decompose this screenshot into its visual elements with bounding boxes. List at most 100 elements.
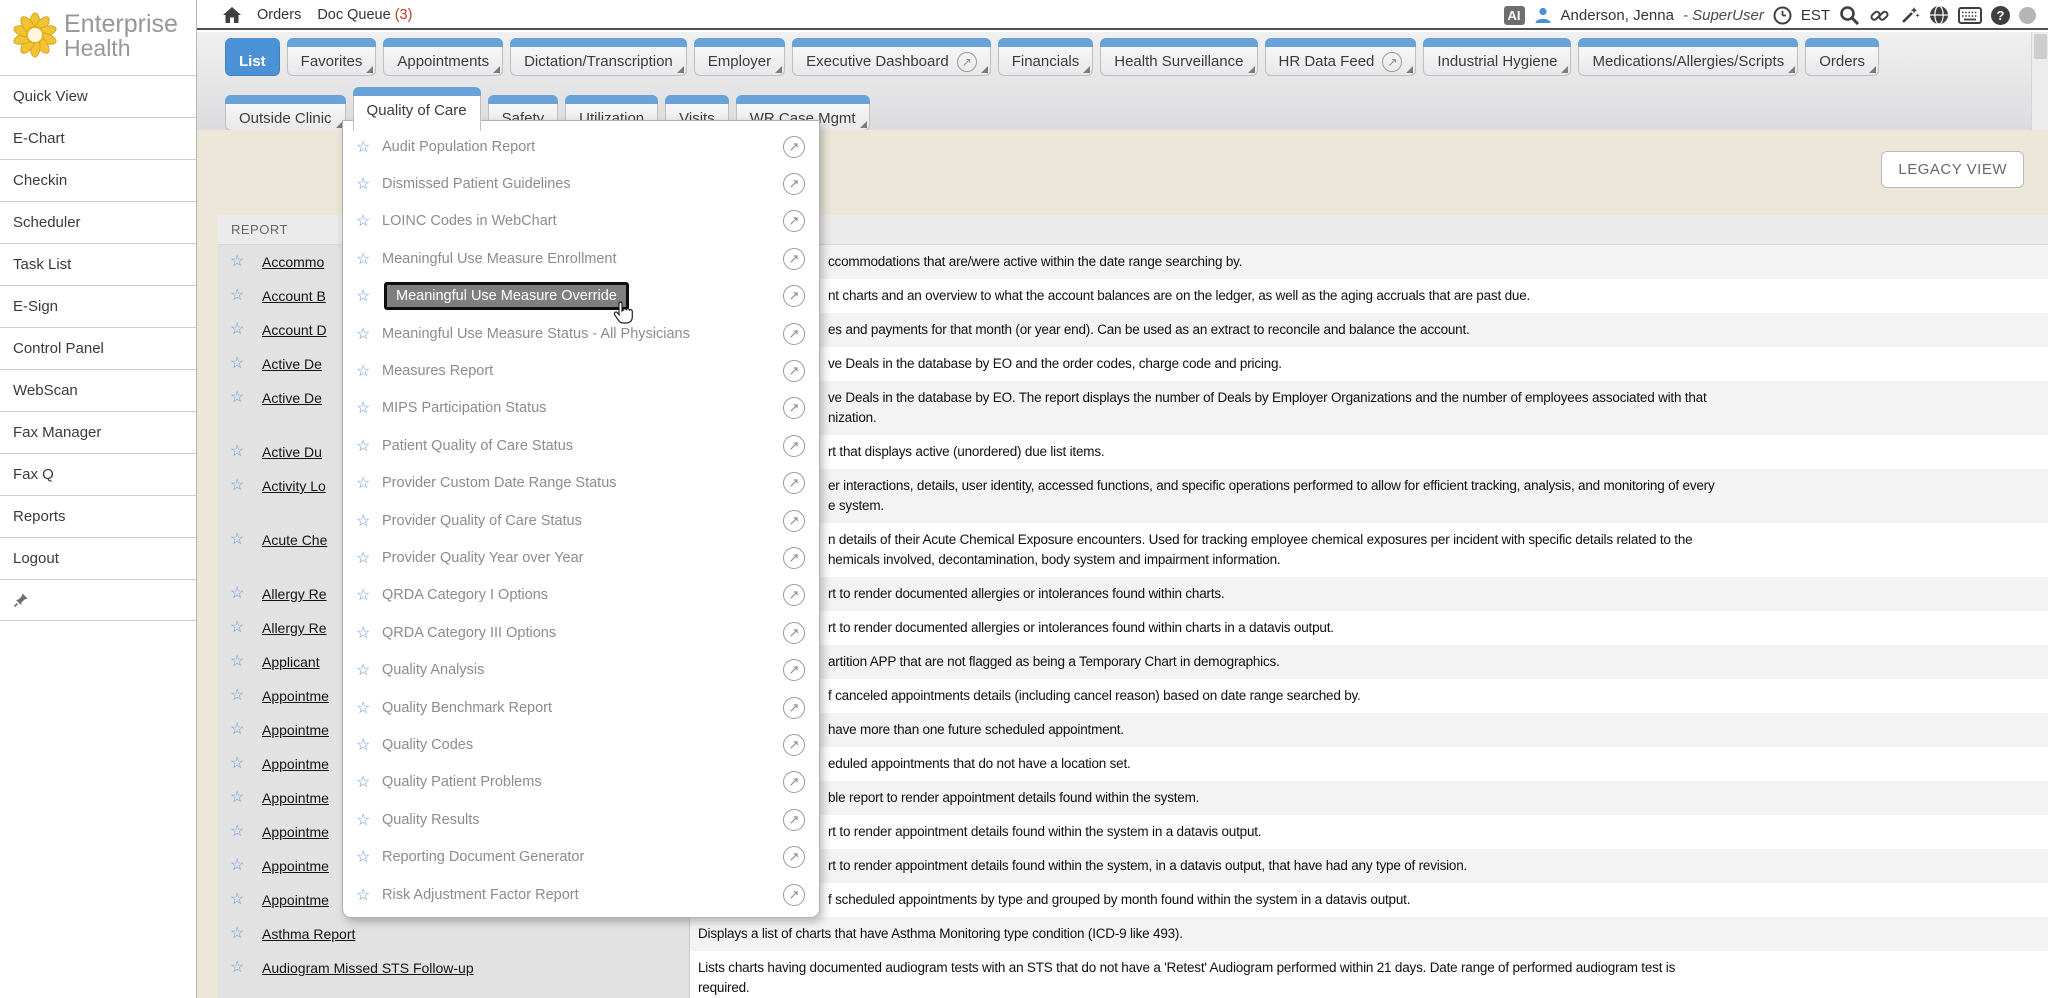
favorite-star-icon[interactable]: ☆ [230, 856, 262, 876]
open-in-new-icon[interactable]: ↗ [783, 285, 805, 307]
primary-tab[interactable]: HR Data Feed ↗ [1265, 38, 1417, 76]
primary-tab[interactable]: Executive Dashboard ↗ [792, 38, 991, 76]
open-in-new-icon[interactable]: ↗ [783, 472, 805, 494]
favorite-star-icon[interactable]: ☆ [230, 958, 262, 978]
menu-item[interactable]: ☆ Measures Report ↗ [343, 352, 819, 389]
open-in-new-icon[interactable]: ↗ [783, 210, 805, 232]
report-link[interactable]: Asthma Report [262, 924, 355, 944]
open-in-new-icon[interactable]: ↗ [783, 547, 805, 569]
report-link[interactable]: Appointme [262, 856, 329, 876]
report-link[interactable]: Active De [262, 388, 322, 408]
favorite-star-icon[interactable]: ☆ [230, 476, 262, 496]
external-link-icon[interactable]: ↗ [1382, 52, 1402, 72]
favorite-star-icon[interactable]: ☆ [356, 735, 382, 755]
open-in-new-icon[interactable]: ↗ [783, 884, 805, 906]
sidebar-item[interactable]: E-Sign [0, 285, 196, 327]
home-icon[interactable] [223, 7, 241, 23]
menu-item[interactable]: ☆ Quality Patient Problems ↗ [343, 764, 819, 801]
favorite-star-icon[interactable]: ☆ [356, 885, 382, 905]
report-link[interactable]: Appointme [262, 788, 329, 808]
favorite-star-icon[interactable]: ☆ [356, 249, 382, 269]
favorite-star-icon[interactable]: ☆ [356, 361, 382, 381]
favorite-star-icon[interactable]: ☆ [230, 252, 262, 272]
favorite-star-icon[interactable]: ☆ [230, 584, 262, 604]
menu-item[interactable]: ☆ Provider Quality Year over Year ↗ [343, 539, 819, 576]
sidebar-item[interactable]: Quick View [0, 75, 196, 117]
favorite-star-icon[interactable]: ☆ [230, 320, 262, 340]
ai-badge[interactable]: AI [1504, 6, 1525, 25]
menu-item[interactable]: ☆ Reporting Document Generator ↗ [343, 838, 819, 875]
favorite-star-icon[interactable]: ☆ [230, 354, 262, 374]
link-icon[interactable] [1869, 5, 1890, 26]
primary-tab[interactable]: Health Surveillance ↗ [1100, 38, 1257, 76]
report-link[interactable]: Acute Che [262, 530, 327, 550]
open-in-new-icon[interactable]: ↗ [783, 435, 805, 457]
secondary-tab[interactable]: Quality of Care [353, 87, 481, 131]
open-in-new-icon[interactable]: ↗ [783, 771, 805, 793]
report-link[interactable]: Allergy Re [262, 618, 327, 638]
favorite-star-icon[interactable]: ☆ [356, 398, 382, 418]
sidebar-item[interactable]: Logout [0, 537, 196, 579]
primary-tab[interactable]: Financials ↗ [998, 38, 1094, 76]
favorite-star-icon[interactable]: ☆ [356, 211, 382, 231]
sidebar-item[interactable]: Scheduler [0, 201, 196, 243]
menu-item[interactable]: ☆ LOINC Codes in WebChart ↗ [343, 203, 819, 240]
menu-item[interactable]: ☆ Quality Results ↗ [343, 801, 819, 838]
favorite-star-icon[interactable]: ☆ [356, 548, 382, 568]
report-link[interactable]: Appointme [262, 686, 329, 706]
sidebar-item[interactable]: Control Panel [0, 327, 196, 369]
breadcrumb-doc-queue[interactable]: Doc Queue (3) [317, 7, 412, 23]
search-icon[interactable] [1839, 5, 1860, 26]
legacy-view-button[interactable]: LEGACY VIEW [1881, 151, 2024, 188]
favorite-star-icon[interactable]: ☆ [230, 686, 262, 706]
favorite-star-icon[interactable]: ☆ [230, 924, 262, 944]
open-in-new-icon[interactable]: ↗ [783, 846, 805, 868]
user-name[interactable]: Anderson, Jenna [1561, 7, 1674, 24]
sidebar-pin-row[interactable] [0, 579, 196, 621]
favorite-star-icon[interactable]: ☆ [230, 286, 262, 306]
favorite-star-icon[interactable]: ☆ [230, 442, 262, 462]
magic-wand-icon[interactable] [1899, 5, 1920, 26]
open-in-new-icon[interactable]: ↗ [783, 136, 805, 158]
external-link-icon[interactable]: ↗ [957, 52, 977, 72]
favorite-star-icon[interactable]: ☆ [356, 698, 382, 718]
open-in-new-icon[interactable]: ↗ [783, 173, 805, 195]
breadcrumb-orders[interactable]: Orders [257, 7, 301, 23]
report-link[interactable]: Appointme [262, 720, 329, 740]
open-in-new-icon[interactable]: ↗ [783, 697, 805, 719]
primary-tab[interactable]: Employer ↗ [694, 38, 785, 76]
favorite-star-icon[interactable]: ☆ [356, 660, 382, 680]
menu-item[interactable]: ☆ Meaningful Use Measure Override ↗ [343, 278, 819, 315]
report-link[interactable]: Allergy Re [262, 584, 327, 604]
menu-item[interactable]: ☆ Audit Population Report ↗ [343, 128, 819, 165]
report-link[interactable]: Appointme [262, 754, 329, 774]
primary-tab[interactable]: List ↗ [225, 38, 280, 76]
report-link[interactable]: Account D [262, 320, 327, 340]
menu-item[interactable]: ☆ Meaningful Use Measure Status - All Ph… [343, 315, 819, 352]
menu-item[interactable]: ☆ Quality Analysis ↗ [343, 651, 819, 688]
sidebar-item[interactable]: Fax Q [0, 453, 196, 495]
favorite-star-icon[interactable]: ☆ [230, 754, 262, 774]
secondary-tab[interactable]: Outside Clinic [225, 95, 346, 131]
report-link[interactable]: Account B [262, 286, 326, 306]
open-in-new-icon[interactable]: ↗ [783, 659, 805, 681]
report-link[interactable]: Accommo [262, 252, 324, 272]
sidebar-item[interactable]: Reports [0, 495, 196, 537]
menu-item[interactable]: ☆ Quality Benchmark Report ↗ [343, 689, 819, 726]
favorite-star-icon[interactable]: ☆ [356, 585, 382, 605]
favorite-star-icon[interactable]: ☆ [230, 652, 262, 672]
primary-tab[interactable]: Dictation/Transcription ↗ [510, 38, 687, 76]
report-link[interactable]: Appointme [262, 822, 329, 842]
menu-item[interactable]: ☆ QRDA Category III Options ↗ [343, 614, 819, 651]
open-in-new-icon[interactable]: ↗ [783, 510, 805, 532]
favorite-star-icon[interactable]: ☆ [356, 137, 382, 157]
report-link[interactable]: Activity Lo [262, 476, 326, 496]
favorite-star-icon[interactable]: ☆ [230, 720, 262, 740]
favorite-star-icon[interactable]: ☆ [356, 772, 382, 792]
report-link[interactable]: Active De [262, 354, 322, 374]
open-in-new-icon[interactable]: ↗ [783, 397, 805, 419]
menu-item[interactable]: ☆ Meaningful Use Measure Enrollment ↗ [343, 240, 819, 277]
primary-tab[interactable]: Favorites ↗ [287, 38, 377, 76]
favorite-star-icon[interactable]: ☆ [230, 890, 262, 910]
favorite-star-icon[interactable]: ☆ [356, 324, 382, 344]
